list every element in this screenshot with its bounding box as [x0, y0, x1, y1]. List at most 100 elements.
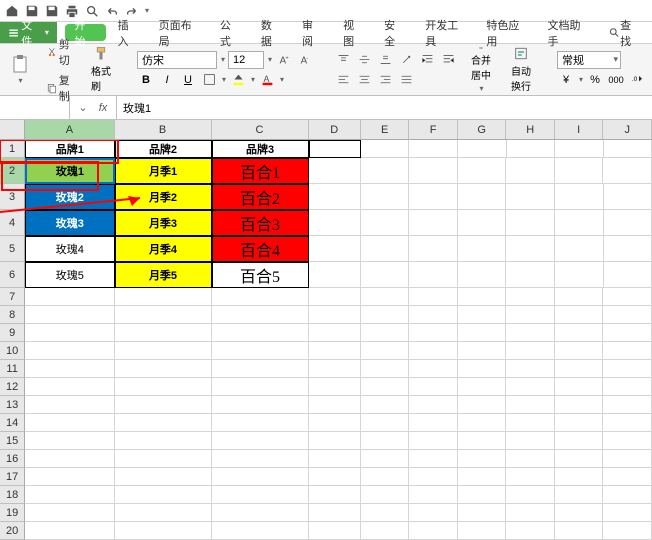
cell[interactable]: [25, 306, 114, 324]
cell[interactable]: 月季5: [115, 262, 212, 288]
font-name-input[interactable]: 仿宋: [137, 51, 217, 69]
row-header[interactable]: 14: [0, 414, 25, 432]
cell[interactable]: 玫瑰5: [25, 262, 114, 288]
cell[interactable]: [506, 210, 555, 236]
cell[interactable]: [506, 378, 555, 396]
cell[interactable]: [409, 378, 458, 396]
cell[interactable]: [409, 306, 458, 324]
cell[interactable]: 百合4: [212, 236, 309, 262]
cell[interactable]: 月季2: [115, 184, 212, 210]
tab-security[interactable]: 安全: [374, 22, 415, 43]
cell[interactable]: [506, 486, 555, 504]
cell[interactable]: [603, 378, 652, 396]
cell[interactable]: [506, 184, 555, 210]
cell[interactable]: [604, 184, 652, 210]
cell[interactable]: [603, 342, 652, 360]
cell[interactable]: [409, 522, 458, 540]
cell[interactable]: [506, 432, 555, 450]
cell[interactable]: [555, 342, 604, 360]
indent-left-icon[interactable]: [418, 51, 436, 69]
home-icon[interactable]: [4, 3, 20, 19]
cell[interactable]: [506, 158, 555, 184]
cell[interactable]: [361, 158, 410, 184]
cell[interactable]: [361, 210, 410, 236]
cell[interactable]: [604, 236, 652, 262]
cell[interactable]: [409, 468, 458, 486]
cell[interactable]: [409, 140, 458, 158]
orientation-icon[interactable]: [397, 51, 415, 69]
cell[interactable]: 月季4: [115, 236, 212, 262]
cell[interactable]: [603, 486, 652, 504]
cell[interactable]: [506, 522, 555, 540]
row-header[interactable]: 2: [0, 158, 25, 184]
cell[interactable]: [309, 236, 361, 262]
cell[interactable]: [555, 414, 604, 432]
row-header[interactable]: 13: [0, 396, 25, 414]
cell[interactable]: [309, 396, 361, 414]
cell[interactable]: [603, 396, 652, 414]
cell[interactable]: [212, 414, 309, 432]
cell[interactable]: [115, 522, 212, 540]
cell[interactable]: [555, 210, 604, 236]
fx-icon[interactable]: fx: [94, 99, 112, 117]
cell[interactable]: [506, 288, 555, 306]
cell[interactable]: [361, 486, 410, 504]
cell[interactable]: [409, 360, 458, 378]
cell[interactable]: [212, 342, 309, 360]
cell[interactable]: [555, 306, 604, 324]
cell[interactable]: [309, 288, 361, 306]
cell[interactable]: [555, 396, 604, 414]
align-center-icon[interactable]: [355, 71, 373, 89]
cell[interactable]: 玫瑰2: [25, 184, 114, 210]
col-header-d[interactable]: D: [309, 120, 361, 139]
cell[interactable]: [506, 236, 555, 262]
tab-layout[interactable]: 页面布局: [149, 22, 210, 43]
cut-button[interactable]: 剪切: [44, 35, 77, 69]
cell[interactable]: [458, 360, 507, 378]
tab-dev[interactable]: 开发工具: [415, 22, 476, 43]
cell[interactable]: [458, 522, 507, 540]
cell[interactable]: [361, 414, 410, 432]
cell[interactable]: [25, 450, 114, 468]
cell[interactable]: 百合5: [212, 262, 309, 288]
cell[interactable]: [361, 432, 410, 450]
cell[interactable]: [458, 486, 507, 504]
cell[interactable]: [458, 140, 507, 158]
cell[interactable]: [555, 184, 604, 210]
cell[interactable]: [555, 486, 604, 504]
font-size-input[interactable]: 12: [228, 51, 264, 69]
cell[interactable]: [458, 210, 507, 236]
cell[interactable]: [25, 504, 114, 522]
underline-icon[interactable]: U: [179, 71, 197, 89]
cell[interactable]: [115, 378, 212, 396]
cell[interactable]: [409, 450, 458, 468]
cell[interactable]: [115, 450, 212, 468]
search-menu[interactable]: 查找: [599, 17, 652, 49]
cell[interactable]: [506, 342, 555, 360]
cell[interactable]: [555, 378, 604, 396]
cell[interactable]: [361, 184, 410, 210]
cell[interactable]: [507, 140, 556, 158]
cell[interactable]: [361, 236, 410, 262]
cell[interactable]: [361, 522, 410, 540]
cell[interactable]: [309, 504, 361, 522]
cell[interactable]: [458, 262, 507, 288]
cell[interactable]: 月季3: [115, 210, 212, 236]
cell[interactable]: [212, 324, 309, 342]
cell[interactable]: [115, 432, 212, 450]
cell[interactable]: [361, 306, 410, 324]
cell[interactable]: [309, 378, 361, 396]
italic-icon[interactable]: I: [158, 71, 176, 89]
select-all-corner[interactable]: [0, 120, 25, 139]
cell[interactable]: [603, 306, 652, 324]
cell[interactable]: [361, 396, 410, 414]
cell[interactable]: [555, 360, 604, 378]
cell[interactable]: [212, 468, 309, 486]
cell[interactable]: [115, 324, 212, 342]
cell[interactable]: [555, 504, 604, 522]
tab-review[interactable]: 审阅: [292, 22, 333, 43]
cell[interactable]: [409, 342, 458, 360]
cell[interactable]: [458, 184, 507, 210]
cell[interactable]: [212, 450, 309, 468]
cell[interactable]: [309, 414, 361, 432]
